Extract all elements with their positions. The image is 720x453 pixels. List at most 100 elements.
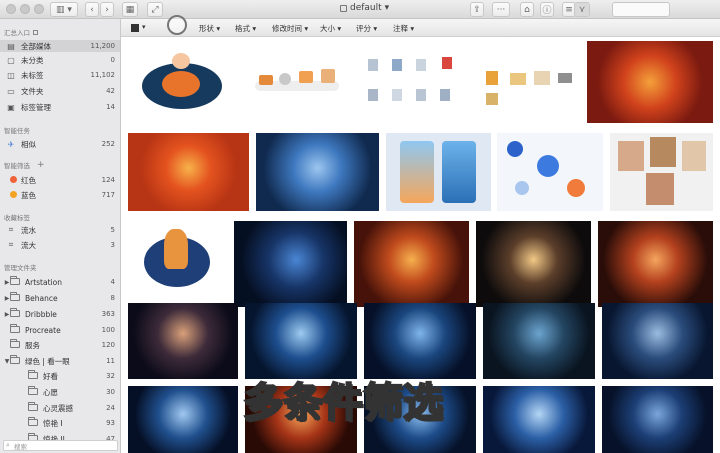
- folder-shape: [10, 338, 20, 348]
- tag-manager-icon: ▣: [7, 102, 15, 112]
- folder-icon: [10, 338, 20, 350]
- thumbnail[interactable]: [497, 133, 603, 211]
- tag-icon: ⌗: [8, 225, 14, 234]
- thumbnail[interactable]: [483, 386, 595, 453]
- thumbnail[interactable]: [128, 221, 231, 293]
- filter-rating[interactable]: 评分 ▾: [356, 23, 377, 34]
- minimize-window-button[interactable]: [20, 4, 30, 14]
- thumbnail[interactable]: [241, 41, 351, 123]
- sidebar-item-similar[interactable]: ✈ 相似 252: [0, 138, 120, 150]
- sidebar-item-label: Procreate: [25, 325, 61, 335]
- filter-size[interactable]: 大小 ▾: [320, 23, 341, 34]
- color-filter-button[interactable]: [131, 24, 139, 32]
- sort-icon: ≡: [565, 4, 573, 15]
- filter-icon: ⋎: [578, 4, 586, 15]
- sidebar-item-uncategorized[interactable]: ▢ 未分类 0: [0, 54, 120, 66]
- sidebar-item-folder[interactable]: 服务 120: [0, 338, 120, 351]
- sidebar-item-label: 未标签: [21, 70, 44, 80]
- sidebar-item-label: 流水: [21, 225, 36, 235]
- filter-button[interactable]: ⋎: [574, 2, 590, 17]
- info-button[interactable]: ⓘ: [540, 2, 554, 17]
- sidebar-item-folder[interactable]: ▶ Behance 8: [0, 291, 120, 304]
- sidebar-item-folder[interactable]: 好看 32: [0, 369, 120, 382]
- folder-shape: [10, 323, 20, 333]
- sidebar-item-folders[interactable]: ▭ 文件夹 42: [0, 85, 120, 97]
- thumbnail[interactable]: [598, 221, 713, 307]
- expand-icon: ⤢: [151, 4, 159, 15]
- thumbnail[interactable]: [602, 303, 713, 379]
- sidebar-item-count: 717: [101, 191, 115, 199]
- sidebar-search-placeholder: 搜索: [14, 442, 27, 451]
- sidebar-item-all-media[interactable]: ▤ 全部媒体 11,200: [0, 40, 120, 52]
- sidebar-item-tag-2[interactable]: ⌗ 流大 3: [0, 239, 120, 251]
- thumbnail[interactable]: [602, 386, 713, 453]
- sidebar-item-folder[interactable]: ▼ 绿色 | 看一眼 11: [0, 354, 120, 367]
- thumbnail[interactable]: [234, 221, 347, 307]
- cursor-highlight: [167, 15, 187, 35]
- sidebar-item-folder[interactable]: ▶ Artstation 4: [0, 275, 120, 288]
- sidebar-item-folder[interactable]: 心灵震撼 24: [0, 401, 120, 414]
- title-bar: ▥ ▾ ‹ › ▦ ⤢ default ▾ ⇪ ··· ⌂ ⓘ ≡ ⋎: [0, 0, 720, 19]
- color-dot-icon: [8, 175, 18, 185]
- sidebar-item-red[interactable]: 红色 124: [0, 174, 120, 186]
- view-mode-button[interactable]: ▦: [122, 2, 138, 17]
- uncategorized-icon: ▢: [7, 55, 15, 65]
- fullscreen-button[interactable]: ⤢: [147, 2, 163, 17]
- section-smart-filters-label: 智能筛选: [4, 162, 30, 170]
- thumbnail[interactable]: [587, 41, 713, 123]
- share-button[interactable]: ⇪: [470, 2, 484, 17]
- thumbnail[interactable]: [245, 303, 357, 379]
- section-manage-folders-label: 管理文件夹: [4, 264, 37, 272]
- sidebar-item-tag-1[interactable]: ⌗ 流水 5: [0, 224, 120, 236]
- thumbnail[interactable]: [128, 303, 238, 379]
- zoom-window-button[interactable]: [34, 4, 44, 14]
- sidebar-toggle-button[interactable]: ▥ ▾: [50, 2, 78, 17]
- forward-button[interactable]: ›: [100, 2, 114, 17]
- filter-shape[interactable]: 形状 ▾: [199, 23, 220, 34]
- search-input[interactable]: [612, 2, 670, 17]
- folder-icon: [10, 307, 20, 319]
- sidebar-item-label: 惊艳 I: [43, 418, 63, 428]
- tag-button[interactable]: ⌂: [520, 2, 534, 17]
- thumbnail[interactable]: [610, 133, 713, 211]
- thumbnail[interactable]: [358, 41, 468, 123]
- section-favorite-tags-label: 收藏标签: [4, 214, 30, 222]
- sidebar-item-count: 14: [106, 103, 115, 111]
- thumbnail[interactable]: [354, 221, 469, 307]
- tag-icon: ⌗: [8, 240, 14, 249]
- sidebar-item-folder[interactable]: 心愿 30: [0, 385, 120, 398]
- sidebar-item-folder[interactable]: ▶ Dribbble 363: [0, 307, 120, 320]
- sidebar-item-label: Artstation: [25, 277, 62, 287]
- sidebar-search-input[interactable]: ⌕ 搜索: [3, 440, 118, 451]
- filter-notes[interactable]: 注释 ▾: [393, 23, 414, 34]
- thumbnail[interactable]: [128, 133, 249, 211]
- sidebar-item-tag-manager[interactable]: ▣ 标签管理 14: [0, 101, 120, 113]
- more-button[interactable]: ···: [492, 2, 510, 17]
- add-filter-icon[interactable]: +: [37, 160, 45, 170]
- app-window: ▥ ▾ ‹ › ▦ ⤢ default ▾ ⇪ ··· ⌂ ⓘ ≡ ⋎ 汇总入口…: [0, 0, 720, 453]
- sidebar-item-count: 8: [110, 294, 115, 302]
- filter-label: 格式: [235, 24, 250, 33]
- thumbnail[interactable]: [128, 41, 235, 123]
- thumbnail[interactable]: [386, 133, 491, 211]
- back-button[interactable]: ‹: [85, 2, 99, 17]
- sidebar-item-count: 42: [106, 87, 115, 95]
- close-window-button[interactable]: [6, 4, 16, 14]
- sidebar-item-count: 4: [110, 278, 115, 286]
- filter-format[interactable]: 格式 ▾: [235, 23, 256, 34]
- search-icon: ⌕: [6, 441, 10, 449]
- thumbnail[interactable]: [483, 303, 595, 379]
- sidebar-item-folder[interactable]: 惊艳 I 93: [0, 416, 120, 429]
- thumbnail[interactable]: [476, 221, 591, 307]
- folder-icon: [28, 385, 38, 397]
- library-switcher[interactable]: default ▾: [340, 3, 389, 13]
- sidebar-item-folder[interactable]: Procreate 100: [0, 323, 120, 336]
- thumbnail[interactable]: [256, 133, 379, 211]
- thumbnail[interactable]: [474, 41, 579, 123]
- sidebar-item-untagged[interactable]: ◫ 未标签 11,102: [0, 69, 120, 81]
- folder-shape: [28, 416, 38, 426]
- sidebar-item-blue[interactable]: 蓝色 717: [0, 189, 120, 201]
- thumbnail[interactable]: [128, 386, 238, 453]
- filter-modified-time[interactable]: 修改时间 ▾: [272, 23, 308, 34]
- thumbnail[interactable]: [364, 303, 476, 379]
